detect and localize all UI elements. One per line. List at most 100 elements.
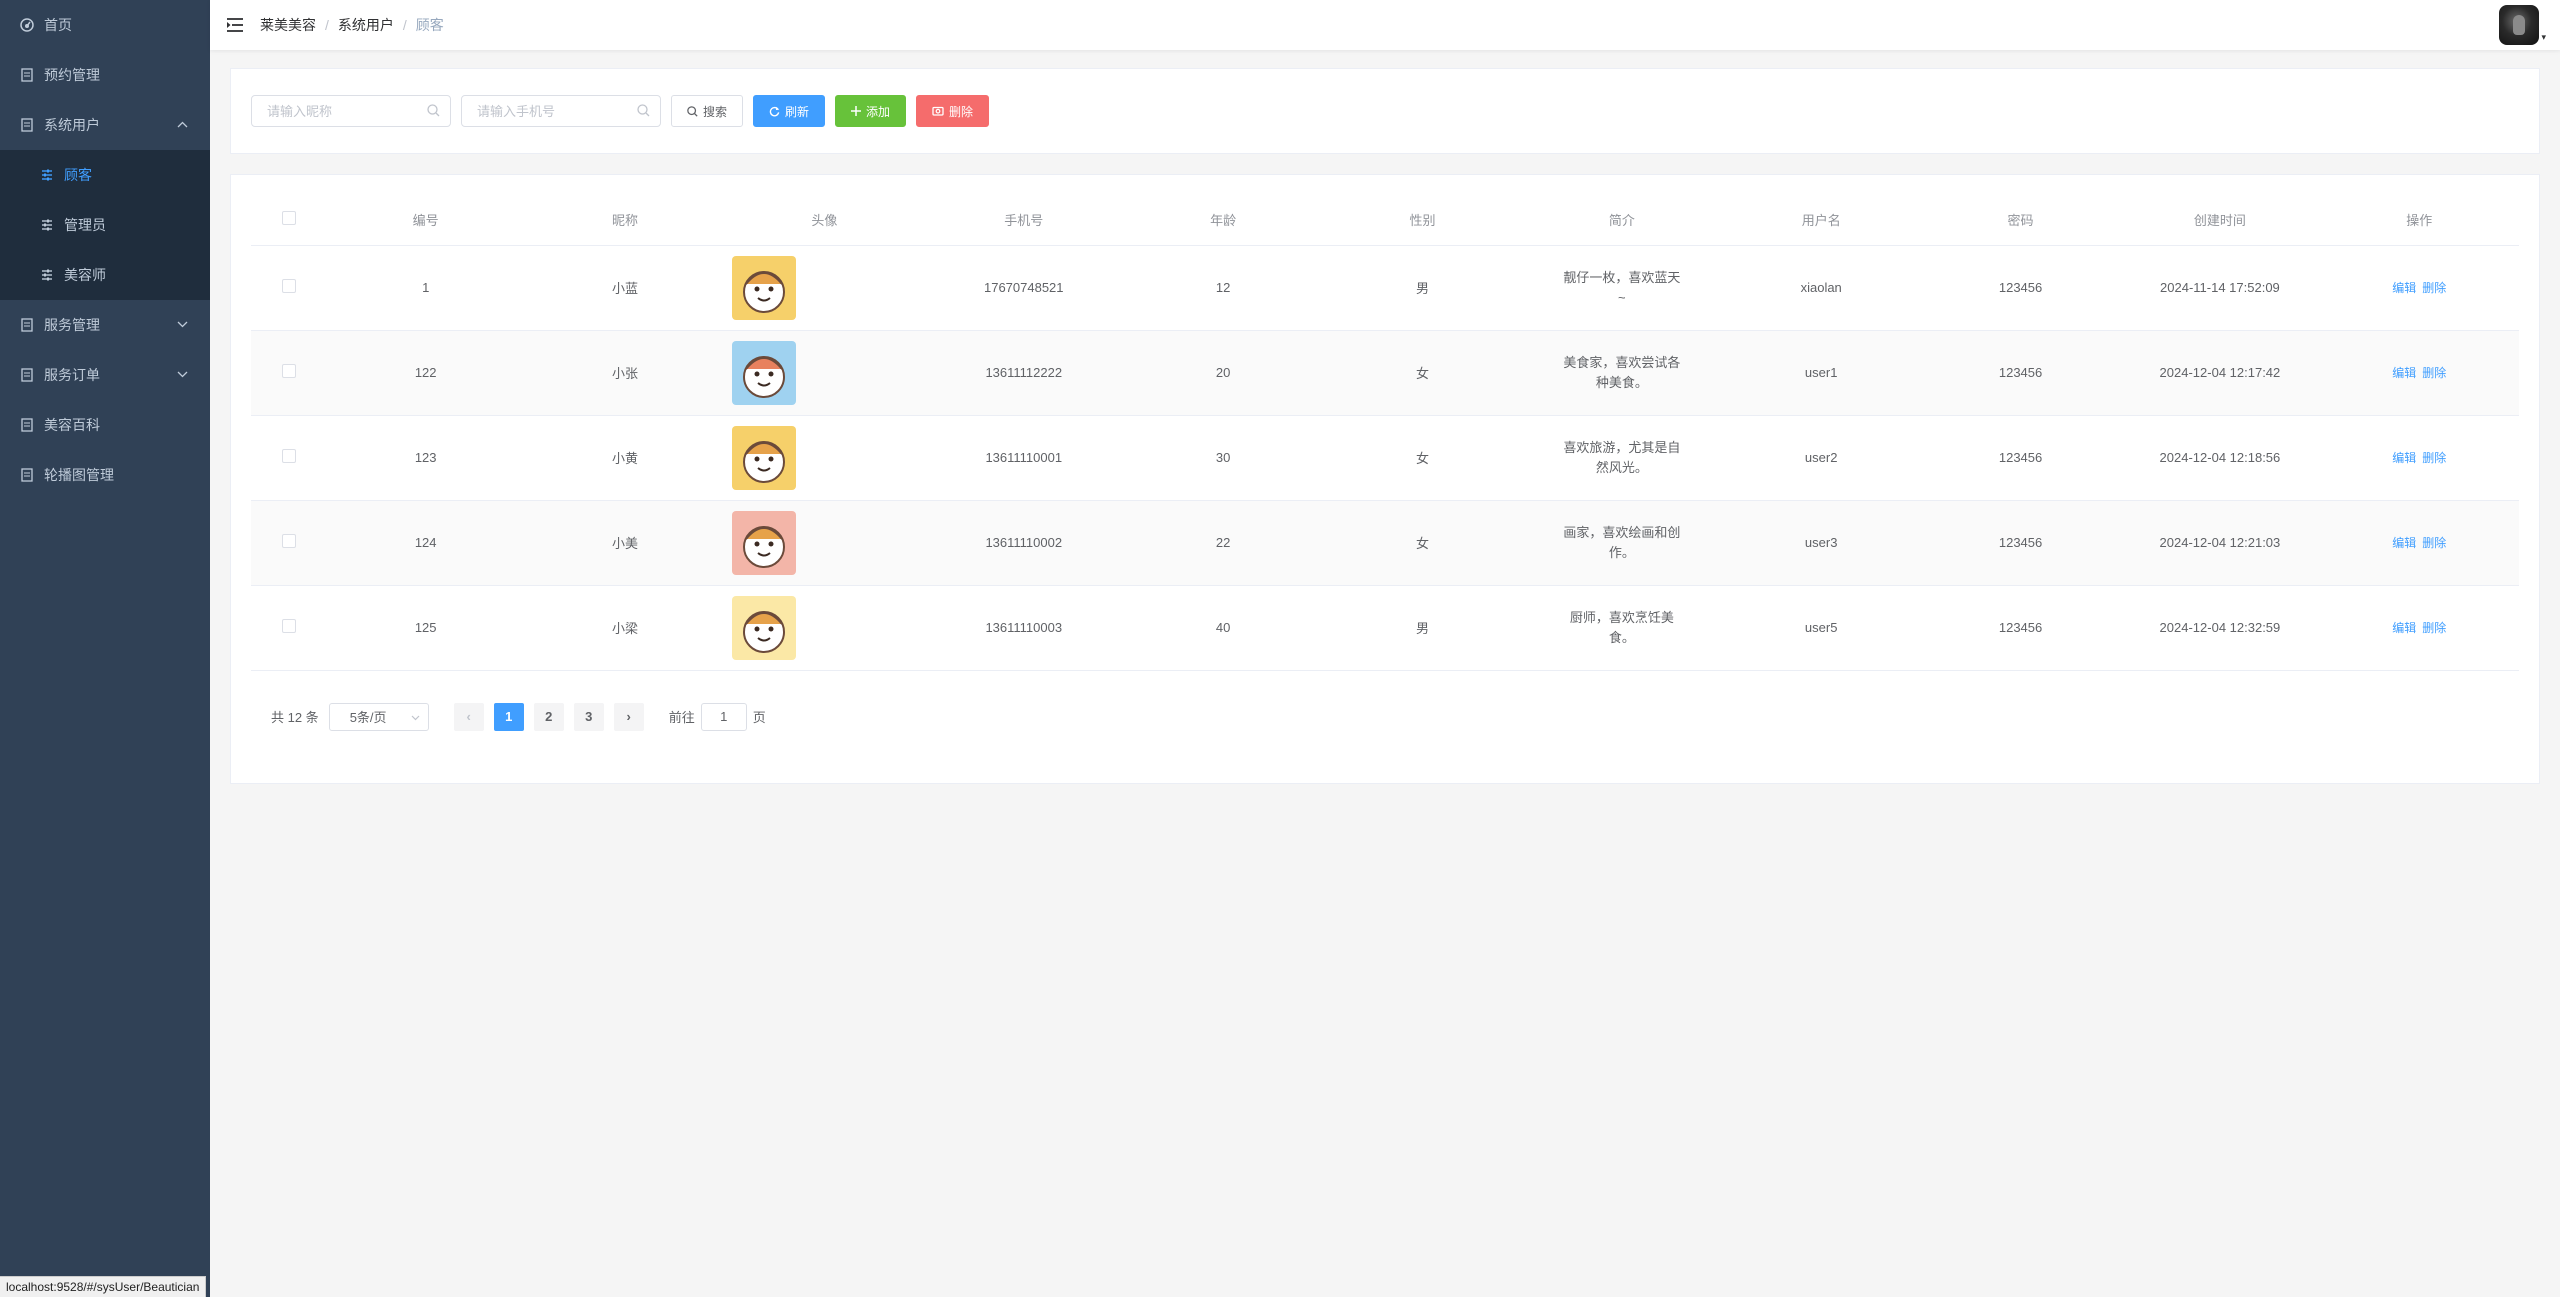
delete-link[interactable]: 删除 [2422,281,2446,295]
next-page-button[interactable]: › [613,702,644,731]
chevron-down-icon [411,709,420,724]
avatar-cell [724,245,925,331]
delete-link[interactable]: 删除 [2422,451,2446,465]
delete-link[interactable]: 删除 [2422,621,2446,635]
nickname-cell: 小蓝 [525,245,725,331]
edit-link[interactable]: 编辑 [2392,536,2416,550]
age-cell: 40 [1123,585,1323,671]
phone-cell: 17670748521 [924,245,1124,331]
sidebar-item-beauticians[interactable]: 美容师 [0,250,210,300]
customer-avatar[interactable] [732,425,797,490]
prev-page-button[interactable]: ‹ [453,702,484,731]
edit-link[interactable]: 编辑 [2392,281,2416,295]
search-toolbar: 搜索 刷新 添加 删除 [230,68,2540,154]
phone-cell: 13611110001 [924,415,1124,501]
submenu-system-users: 顾客 管理员 美容师 [0,150,210,300]
column-header: 编号 [326,195,526,246]
operations-cell: 编辑 删除 [2319,330,2519,416]
password-cell: 123456 [1920,500,2121,586]
operations-cell: 编辑 删除 [2319,500,2519,586]
page-size-select[interactable]: 5条/页 [328,702,429,731]
refresh-button[interactable]: 刷新 [753,95,826,127]
created-cell: 2024-12-04 12:21:03 [2120,500,2320,586]
intro-text: 画家，喜欢绘画和创作。 [1563,524,1681,560]
sidebar-item-customers[interactable]: 顾客 [0,150,210,200]
sidebar-item-services[interactable]: 服务管理 [0,300,210,350]
customer-avatar[interactable] [732,255,797,320]
page-size-value: 5条/页 [349,710,387,725]
delete-link[interactable]: 删除 [2422,536,2446,550]
column-header: 密码 [1920,195,2121,246]
operations-cell: 编辑 删除 [2319,585,2519,671]
search-icon [427,104,440,122]
sidebar-item-carousel[interactable]: 轮播图管理 [0,450,210,500]
nickname-search-input[interactable] [252,96,450,126]
chevron-down-icon [177,369,188,381]
batch-delete-button[interactable]: 删除 [916,95,990,127]
username-cell: user1 [1721,330,1921,416]
column-header: 头像 [724,195,925,246]
intro-text: 厨师，喜欢烹饪美食。 [1569,609,1674,645]
id-cell: 124 [326,500,526,586]
sidebar-item-appointments[interactable]: 预约管理 [0,50,210,100]
goto-page-input[interactable] [700,702,747,731]
row-checkbox[interactable] [281,619,296,633]
edit-link[interactable]: 编辑 [2392,621,2416,635]
table-header-row: 编号 昵称 头像 手机号 年龄 性别 简介 用户名 密码 创建时间 操作 [251,195,2519,246]
breadcrumb-item-system-users: 系统用户 [337,17,394,33]
page-button[interactable]: 3 [573,702,604,731]
row-select-cell [251,245,326,331]
table-row: 123 小黄 13611110001 30 女 喜欢旅游，尤其是自然风光。 user2 123… [251,415,2519,501]
gender-cell: 男 [1322,245,1523,331]
goto-suffix: 页 [752,710,766,725]
age-cell: 22 [1123,500,1323,586]
hamburger-menu-icon[interactable] [210,0,260,50]
avatar[interactable] [2499,5,2540,45]
table-row: 124 小美 13611110002 22 女 画家，喜欢绘画和创作。 user3 12345… [251,500,2519,586]
gender-cell: 女 [1322,500,1523,586]
sidebar-item-label: 管理员 [64,217,106,233]
phone-cell: 13611112222 [924,330,1124,416]
page-button[interactable]: 2 [533,702,564,731]
edit-link[interactable]: 编辑 [2392,451,2416,465]
avatar-cell [724,330,925,416]
sidebar-item-label: 服务管理 [44,317,100,333]
search-icon [637,104,650,122]
phone-search-input[interactable] [462,96,660,126]
sidebar-item-label: 轮播图管理 [44,467,114,483]
row-checkbox[interactable] [281,534,296,548]
nickname-search-box [251,95,451,127]
customer-avatar[interactable] [732,340,797,405]
intro-cell: 厨师，喜欢烹饪美食。 [1522,585,1722,671]
password-cell: 123456 [1920,415,2121,501]
row-checkbox[interactable] [281,449,296,463]
user-menu[interactable]: ▾ [2499,5,2546,45]
caret-down-icon[interactable]: ▾ [2541,32,2546,43]
delete-link[interactable]: 删除 [2422,366,2446,380]
row-checkbox[interactable] [281,364,296,378]
sidebar-item-system-users[interactable]: 系统用户 [0,100,210,150]
add-button[interactable]: 添加 [835,95,907,127]
sidebar-item-home[interactable]: 首页 [0,0,210,50]
main-content: 搜索 刷新 添加 删除 [210,50,2560,1297]
sidebar-item-encyclopedia[interactable]: 美容百科 [0,400,210,450]
page-button[interactable]: 1 [493,702,524,731]
refresh-button-label: 刷新 [785,104,810,119]
age-cell: 12 [1123,245,1323,331]
sidebar-item-label: 预约管理 [44,67,100,83]
customer-avatar[interactable] [732,595,797,660]
select-all-checkbox[interactable] [281,211,296,226]
breadcrumb-item-home[interactable]: 莱美美容 [260,15,316,35]
sidebar-item-label: 顾客 [64,167,92,183]
search-button[interactable]: 搜索 [671,95,744,127]
document-icon [20,368,34,382]
sidebar-item-admins[interactable]: 管理员 [0,200,210,250]
sidebar-item-orders[interactable]: 服务订单 [0,350,210,400]
row-checkbox[interactable] [281,279,296,293]
edit-link[interactable]: 编辑 [2392,366,2416,380]
age-cell: 20 [1123,330,1323,416]
username-cell: user3 [1721,500,1921,586]
customer-avatar[interactable] [732,510,797,575]
navbar: 莱美美容 / 系统用户 / 顾客 ▾ [210,0,2560,50]
avatar-cell [724,415,925,501]
